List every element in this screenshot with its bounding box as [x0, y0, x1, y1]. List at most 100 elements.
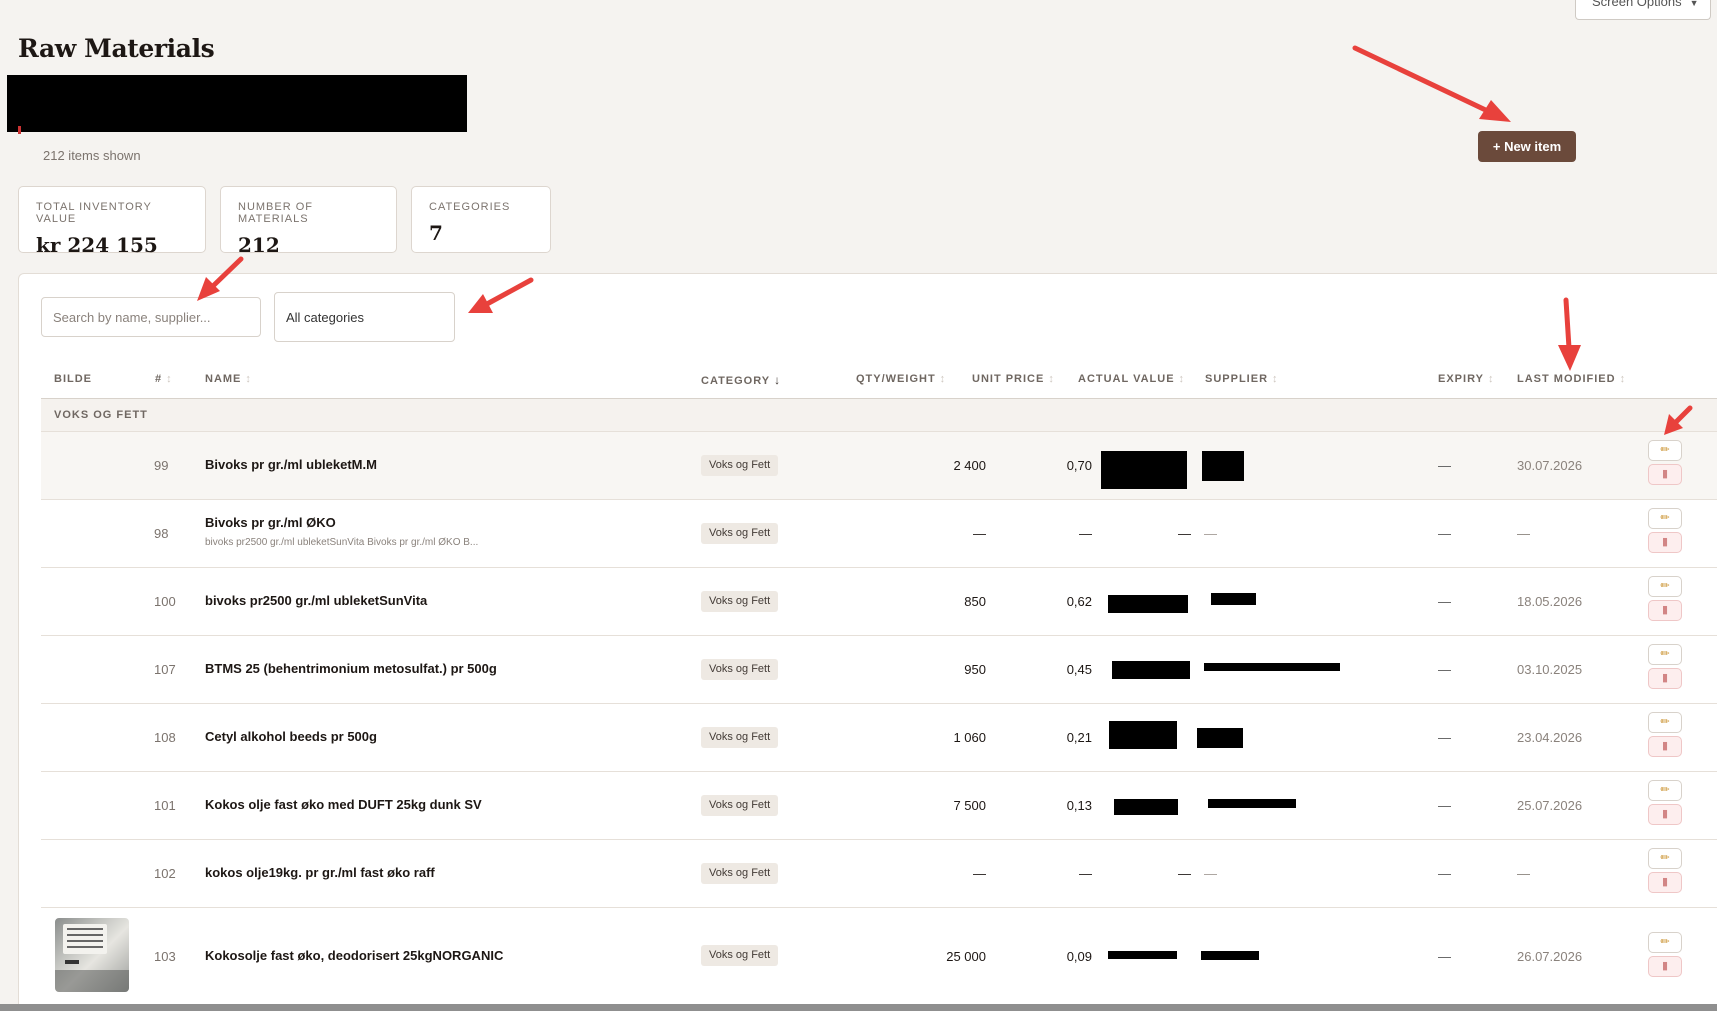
delete-button[interactable]: ▮ [1648, 600, 1682, 621]
category-select[interactable]: All categories [274, 292, 455, 342]
row-last-modified: 18.05.2026 [1517, 594, 1583, 609]
row-unit-price: 0,21 [1066, 730, 1092, 745]
redacted-value [1108, 595, 1188, 613]
edit-button[interactable]: ✏ [1648, 644, 1682, 665]
col-header-unit-price[interactable]: UNIT PRICE ↕ [972, 373, 1054, 385]
category-chip: Voks og Fett [701, 727, 779, 748]
search-input[interactable] [41, 297, 261, 337]
pencil-icon: ✏ [1660, 852, 1670, 864]
delete-button[interactable]: ▮ [1648, 464, 1682, 485]
row-name: Bivoks pr gr./ml ØKO [205, 515, 336, 530]
redacted-supplier [1197, 728, 1243, 748]
table-row[interactable]: 101 Kokos olje fast øko med DUFT 25kg du… [41, 772, 1717, 840]
category-chip: Voks og Fett [701, 455, 779, 476]
row-number: 103 [154, 949, 176, 964]
delete-button[interactable]: ▮ [1648, 532, 1682, 553]
edit-button[interactable]: ✏ [1648, 848, 1682, 869]
table-row[interactable]: 98 Bivoks pr gr./ml ØKO bivoks pr2500 gr… [41, 500, 1717, 568]
row-last-modified: 25.07.2026 [1517, 798, 1583, 813]
sort-icon: ↕ [1619, 373, 1626, 385]
row-expiry: — [1438, 526, 1451, 541]
row-unit-price: — [1079, 526, 1092, 541]
row-number: 98 [154, 526, 169, 541]
stat-value: kr 224 155 [36, 233, 158, 257]
edit-button[interactable]: ✏ [1648, 712, 1682, 733]
row-name: Kokos olje fast øko med DUFT 25kg dunk S… [205, 797, 482, 812]
row-number: 101 [154, 798, 176, 813]
pencil-icon: ✏ [1660, 936, 1670, 948]
category-chip: Voks og Fett [701, 591, 779, 612]
col-header-qty[interactable]: QTY/WEIGHT ↕ [856, 373, 945, 385]
table-row[interactable]: 100 bivoks pr2500 gr./ml ubleketSunVita … [41, 568, 1717, 636]
table-row[interactable]: 107 BTMS 25 (behentrimonium metosulfat.)… [41, 636, 1717, 704]
row-actual-value: — [1178, 866, 1191, 881]
red-marker [18, 126, 21, 134]
stat-card-total-inventory: TOTAL INVENTORY VALUE kr 224 155 [18, 186, 206, 257]
stat-value: 212 [238, 233, 280, 257]
row-name: Cetyl alkohol beeds pr 500g [205, 729, 377, 744]
row-last-modified: — [1517, 866, 1530, 881]
table-row[interactable]: 99 Bivoks pr gr./ml ubleketM.M Voks og F… [41, 432, 1717, 500]
row-supplier: — [1204, 866, 1217, 881]
row-name: kokos olje19kg. pr gr./ml fast øko raff [205, 865, 435, 880]
stat-value: 7 [429, 221, 443, 245]
table-header: BILDE # ↕ NAME ↕ CATEGORY ↓ QTY/WEIGHT ↕ UNI… [41, 363, 1717, 399]
redacted-supplier [1202, 451, 1244, 481]
edit-button[interactable]: ✏ [1648, 440, 1682, 461]
edit-button[interactable]: ✏ [1648, 576, 1682, 597]
row-number: 102 [154, 866, 176, 881]
table-row[interactable]: 102 kokos olje19kg. pr gr./ml fast øko r… [41, 840, 1717, 908]
screen-options-label: Screen Options [1592, 0, 1682, 9]
col-header-actual-value[interactable]: ACTUAL VALUE ↕ [1078, 373, 1184, 385]
row-qty: — [973, 866, 986, 881]
delete-button[interactable]: ▮ [1648, 736, 1682, 757]
trash-icon: ▮ [1661, 468, 1669, 480]
new-item-button[interactable]: + New item [1478, 131, 1576, 162]
row-description: bivoks pr2500 gr./ml ubleketSunVita Bivo… [205, 537, 479, 548]
bottom-scrollbar[interactable] [0, 1004, 1717, 1011]
screen-options-toggle[interactable]: Screen Options ▼ [1575, 0, 1711, 20]
edit-button[interactable]: ✏ [1648, 932, 1682, 953]
material-thumbnail[interactable] [55, 918, 129, 992]
delete-button[interactable]: ▮ [1648, 668, 1682, 689]
delete-button[interactable]: ▮ [1648, 956, 1682, 977]
redacted-value [1101, 451, 1187, 489]
edit-button[interactable]: ✏ [1648, 508, 1682, 529]
row-supplier: — [1204, 526, 1217, 541]
row-number: 107 [154, 662, 176, 677]
table-row[interactable]: 108 Cetyl alkohol beeds pr 500g Voks og … [41, 704, 1717, 772]
delete-button[interactable]: ▮ [1648, 804, 1682, 825]
category-chip: Voks og Fett [701, 945, 779, 966]
col-header-category[interactable]: CATEGORY ↓ [701, 373, 780, 387]
col-header-last-modified[interactable]: LAST MODIFIED ↕ [1517, 373, 1625, 385]
pencil-icon: ✏ [1660, 784, 1670, 796]
row-expiry: — [1438, 662, 1451, 677]
sort-desc-icon: ↓ [774, 373, 781, 387]
pencil-icon: ✏ [1660, 648, 1670, 660]
row-expiry: — [1438, 866, 1451, 881]
items-count: 212 items shown [43, 148, 141, 163]
sort-icon: ↕ [166, 373, 172, 385]
row-last-modified: 23.04.2026 [1517, 730, 1583, 745]
stat-card-materials: NUMBER OF MATERIALS 212 [220, 186, 397, 257]
row-unit-price: 0,70 [1066, 458, 1092, 473]
col-header-number[interactable]: # ↕ [155, 373, 172, 385]
sort-icon: ↕ [1178, 373, 1185, 385]
col-header-expiry[interactable]: EXPIRY ↕ [1438, 373, 1493, 385]
delete-button[interactable]: ▮ [1648, 872, 1682, 893]
row-expiry: — [1438, 730, 1451, 745]
row-number: 100 [154, 594, 176, 609]
row-actual-value: — [1178, 526, 1191, 541]
pencil-icon: ✏ [1660, 512, 1670, 524]
edit-button[interactable]: ✏ [1648, 780, 1682, 801]
group-header: VOKS OG FETT [41, 399, 1717, 432]
table-row[interactable]: 103 Kokosolje fast øko, deodorisert 25kg… [41, 908, 1717, 1004]
row-unit-price: 0,62 [1066, 594, 1092, 609]
row-expiry: — [1438, 949, 1451, 964]
redacted-region [7, 75, 467, 132]
col-header-supplier[interactable]: SUPPLIER ↕ [1205, 373, 1278, 385]
col-header-name[interactable]: NAME ↕ [205, 373, 251, 385]
stat-label: TOTAL INVENTORY VALUE [36, 201, 152, 225]
row-name: BTMS 25 (behentrimonium metosulfat.) pr … [205, 661, 497, 676]
row-last-modified: 30.07.2026 [1517, 458, 1583, 473]
